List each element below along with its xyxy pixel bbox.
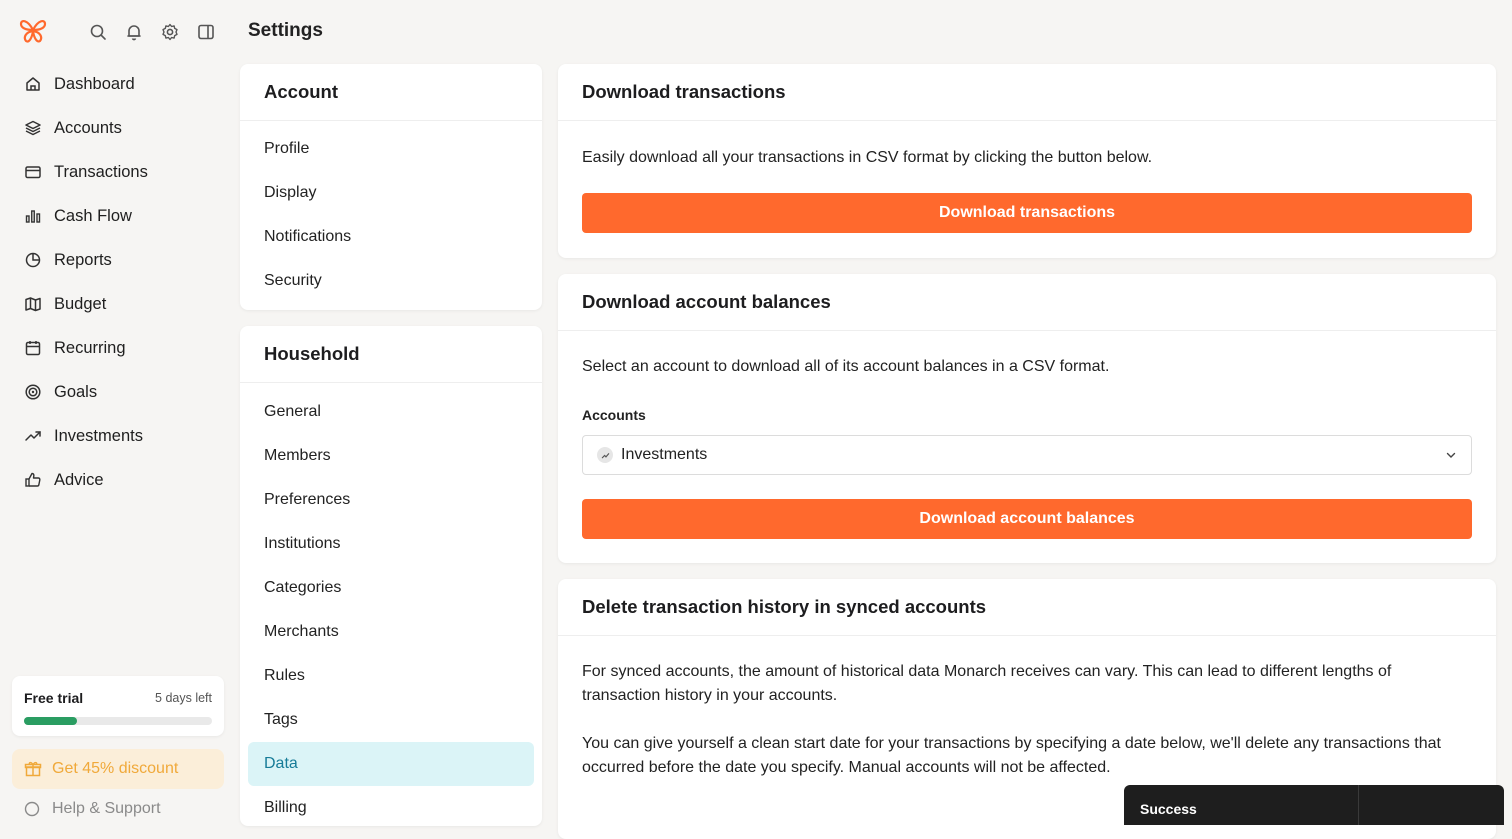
download-balances-title: Download account balances [558,274,1496,331]
menu-item-categories[interactable]: Categories [240,566,542,610]
trial-days-left: 5 days left [155,691,212,705]
nav-item-reports[interactable]: Reports [12,238,224,282]
delete-history-paragraph-1: For synced accounts, the amount of histo… [582,663,1392,704]
credit-card-icon [25,166,41,179]
trial-progress-bar [24,717,212,725]
trending-up-icon [25,431,41,441]
thumbs-up-icon [25,472,41,487]
accounts-field-label: Accounts [582,407,646,423]
menu-item-security[interactable]: Security [240,259,542,303]
nav-label: Goals [54,382,98,401]
sidebar-top-bar [16,14,226,50]
nav-label: Budget [54,294,107,313]
chevron-down-icon [1446,452,1456,458]
discount-button[interactable]: Get 45% discount [12,749,224,789]
nav-item-advice[interactable]: Advice [12,458,224,502]
menu-item-tags[interactable]: Tags [240,698,542,742]
download-transactions-description: Easily download all your transactions in… [582,149,1153,166]
account-menu-title: Account [240,64,542,121]
household-menu-title: Household [240,326,542,383]
trial-progress-fill [24,717,77,725]
download-balances-card: Download account balances Select an acco… [558,274,1496,563]
home-icon [26,77,40,91]
download-balances-description: Select an account to download all of its… [582,358,1110,375]
delete-history-paragraph-2: You can give yourself a clean start date… [582,735,1441,776]
main-nav: Dashboard Accounts Transactions Cash Flo… [12,62,224,502]
menu-item-preferences[interactable]: Preferences [240,478,542,522]
map-icon [25,297,41,312]
menu-item-display[interactable]: Display [240,171,542,215]
bar-chart-icon [25,210,41,223]
nav-item-goals[interactable]: Goals [12,370,224,414]
gift-icon [24,761,42,777]
success-toast: Success [1124,785,1504,825]
nav-label: Dashboard [54,74,135,93]
menu-item-billing[interactable]: Billing [240,786,542,826]
nav-label: Investments [54,426,143,445]
help-support-link[interactable]: Help & Support [24,800,161,818]
page-title: Settings [248,20,323,41]
trial-title: Free trial [24,690,84,706]
nav-item-cash-flow[interactable]: Cash Flow [12,194,224,238]
search-icon[interactable] [88,22,108,42]
bell-icon[interactable] [124,22,144,42]
menu-item-members[interactable]: Members [240,434,542,478]
menu-item-merchants[interactable]: Merchants [240,610,542,654]
toast-divider [1358,785,1359,825]
sidebar: Dashboard Accounts Transactions Cash Flo… [0,0,232,817]
nav-item-investments[interactable]: Investments [12,414,224,458]
menu-item-institutions[interactable]: Institutions [240,522,542,566]
download-balances-button[interactable]: Download account balances [582,499,1472,539]
target-icon [25,384,41,400]
help-label: Help & Support [52,800,161,817]
delete-history-title: Delete transaction history in synced acc… [558,579,1496,636]
menu-item-rules[interactable]: Rules [240,654,542,698]
trending-up-icon [597,447,613,463]
menu-item-data[interactable]: Data [248,742,534,786]
nav-item-recurring[interactable]: Recurring [12,326,224,370]
nav-label: Cash Flow [54,206,132,225]
nav-label: Reports [54,250,112,269]
sidebar-toggle-icon[interactable] [196,22,216,42]
layers-icon [25,120,41,136]
nav-label: Accounts [54,118,122,137]
butterfly-logo-icon[interactable] [18,16,48,46]
nav-item-budget[interactable]: Budget [12,282,224,326]
nav-label: Advice [54,470,104,489]
nav-label: Transactions [54,162,148,181]
discount-label: Get 45% discount [52,760,179,777]
download-transactions-title: Download transactions [558,64,1496,121]
nav-label: Recurring [54,338,126,357]
pie-chart-icon [25,252,41,268]
download-transactions-card: Download transactions Easily download al… [558,64,1496,258]
calendar-icon [25,341,41,356]
menu-item-notifications[interactable]: Notifications [240,215,542,259]
nav-item-transactions[interactable]: Transactions [12,150,224,194]
accounts-select-value: Investments [621,446,708,463]
menu-item-general[interactable]: General [240,390,542,434]
nav-item-dashboard[interactable]: Dashboard [12,62,224,106]
gear-icon[interactable] [160,22,180,42]
menu-item-profile[interactable]: Profile [240,127,542,171]
account-settings-menu: Account Profile Display Notifications Se… [240,64,542,310]
accounts-select[interactable]: Investments [582,435,1472,475]
download-transactions-button[interactable]: Download transactions [582,193,1472,233]
household-settings-menu: Household General Members Preferences In… [240,326,542,826]
toast-message: Success [1140,801,1197,817]
nav-item-accounts[interactable]: Accounts [12,106,224,150]
help-circle-icon [24,801,40,817]
free-trial-card: Free trial 5 days left [12,676,224,736]
